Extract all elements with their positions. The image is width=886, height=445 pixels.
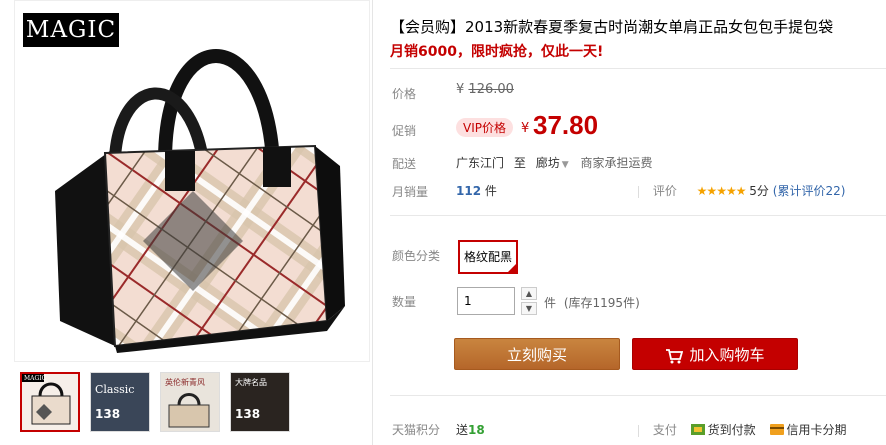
thumbnail-3[interactable]: 英伦新青风: [160, 372, 220, 432]
star-rating-icon: ★★★★★: [696, 184, 747, 198]
rating-score: 5分: [749, 184, 769, 198]
thumbnail-bag-icon: [22, 374, 71, 425]
column-divider: [372, 0, 373, 445]
rating: 评价 ★★★★★ 5分 (累计评价22): [638, 182, 845, 199]
monthly-sales-label: 月销量: [392, 185, 429, 199]
rating-label: 评价: [652, 184, 677, 198]
buy-now-label: 立刻购买: [506, 346, 567, 364]
thumbnail-price: 138: [235, 407, 261, 421]
cod-label: 货到付款: [707, 423, 756, 437]
cod-icon: [690, 424, 705, 435]
divider: [390, 395, 886, 396]
divider: [390, 215, 886, 216]
sales-unit: 件: [484, 184, 497, 198]
divider: [638, 424, 639, 437]
thumbnail-label: 英伦新青风: [165, 378, 205, 387]
thumbnail-label: Classic: [95, 383, 135, 396]
price-label: 价格: [392, 87, 417, 101]
buy-now-button[interactable]: 立刻购买: [454, 338, 620, 370]
vip-price-badge: VIP价格: [456, 118, 513, 137]
ship-from: 广东江门: [456, 156, 505, 170]
monthly-sales: 112 件: [456, 182, 497, 199]
quantity-label: 数量: [392, 295, 417, 309]
color-option-label: 格纹配黑: [463, 250, 512, 264]
shipping-label: 配送: [392, 157, 417, 171]
currency-symbol: ¥: [456, 82, 465, 97]
points-prefix: 送: [456, 423, 469, 437]
stock-count: (库存1195件): [563, 296, 640, 310]
card-installment-label: 信用卡分期: [786, 423, 847, 437]
thumbnail-1[interactable]: MAGIC: [20, 372, 80, 432]
product-main-image[interactable]: MAGIC: [14, 0, 370, 362]
currency-symbol: ¥: [521, 121, 530, 136]
product-title: 【会员购】2013新款春夏季复古时尚潮女单肩正品女包包手提包袋: [390, 18, 834, 36]
color-label: 颜色分类: [392, 249, 441, 263]
add-to-cart-button[interactable]: 加入购物车: [632, 338, 798, 370]
chevron-down-icon: ▼: [561, 160, 569, 170]
points-value: 18: [468, 423, 485, 437]
color-option-selected[interactable]: 格纹配黑: [458, 240, 518, 274]
stock-info: 件 (库存1195件): [544, 294, 640, 311]
sales-count: 112: [456, 184, 482, 198]
divider: [390, 68, 886, 69]
thumbnail-bag-icon: [168, 393, 210, 428]
points-info: 送18: [456, 421, 485, 438]
product-info: 【会员购】2013新款春夏季复古时尚潮女单肩正品女包包手提包袋 月销6000，限…: [390, 0, 886, 445]
handbag-image: [55, 49, 345, 353]
product-subtitle: 月销6000，限时疯抢，仅此一天!: [390, 44, 604, 60]
thumbnail-price: 138: [95, 407, 121, 421]
payment-info: 支付 货到付款 信用卡分期: [638, 421, 847, 438]
quantity-unit: 件: [544, 296, 557, 310]
quantity-increase-button[interactable]: ▲: [521, 287, 537, 300]
thumbnail-strip: MAGIC Classic 138 英伦新青风 大牌名品 138: [20, 372, 290, 432]
original-price: ¥ 126.00: [456, 82, 514, 97]
ship-destination: 廊坊: [535, 156, 560, 170]
ship-to-word: 至: [513, 156, 526, 170]
divider: [638, 185, 639, 198]
cart-icon: [666, 348, 684, 363]
add-to-cart-label: 加入购物车: [689, 346, 765, 364]
quantity-input[interactable]: [457, 287, 515, 315]
promo-label: 促销: [392, 124, 417, 138]
card-installment-option[interactable]: 信用卡分期: [769, 423, 847, 437]
thumbnail-label: 大牌名品: [235, 378, 267, 387]
selected-check-icon: [507, 263, 517, 273]
promo-price: 37.80: [533, 110, 599, 140]
quantity-decrease-button[interactable]: ▼: [521, 302, 537, 315]
shipping-info: 广东江门 至 廊坊 ▼ 商家承担运费: [456, 154, 652, 171]
cod-option[interactable]: 货到付款: [690, 423, 760, 437]
thumbnail-label: MAGIC: [24, 375, 47, 382]
original-price-value: 126.00: [468, 82, 514, 97]
thumbnail-2[interactable]: Classic 138: [90, 372, 150, 432]
reviews-link[interactable]: (累计评价22): [773, 184, 846, 198]
ship-destination-select[interactable]: 廊坊 ▼: [536, 156, 577, 170]
credit-card-icon: [769, 424, 784, 435]
brand-logo: MAGIC: [23, 13, 119, 47]
points-label: 天猫积分: [392, 423, 441, 437]
product-gallery: MAGIC MAGIC Classic 138 英伦新青风 大牌名品 138: [14, 0, 370, 445]
shipping-fee: 商家承担运费: [580, 156, 653, 170]
thumbnail-4[interactable]: 大牌名品 138: [230, 372, 290, 432]
payment-label: 支付: [652, 423, 677, 437]
